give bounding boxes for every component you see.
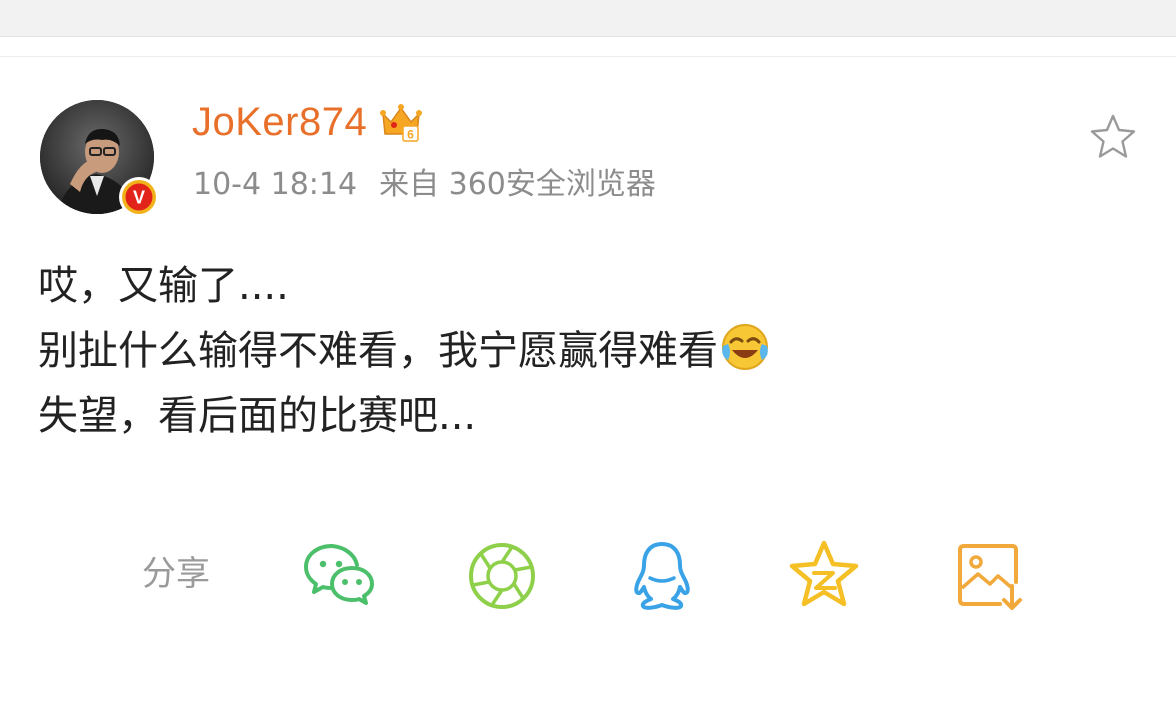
post-line-text: 哎，又输了.... (38, 263, 289, 309)
member-level: 6 (407, 128, 414, 142)
share-qq-button[interactable] (624, 538, 700, 614)
qzone-icon (789, 540, 859, 607)
share-label: 分享 (142, 554, 210, 594)
verified-badge-icon: V (119, 177, 159, 217)
post-line: 别扯什么输得不难看，我宁愿赢得难看 (38, 319, 1138, 384)
qq-icon (634, 542, 690, 610)
save-image-icon (958, 544, 1022, 610)
share-qzone-button[interactable] (786, 538, 862, 614)
share-moments-button[interactable] (464, 538, 540, 614)
post-line-text: 别扯什么输得不难看，我宁愿赢得难看 (38, 328, 718, 374)
post-source: 来自 360安全浏览器 (379, 167, 656, 202)
post-body: 哎，又输了.... 别扯什么输得不难看，我宁愿赢得难看 失望，看后面的比赛吧..… (38, 254, 1138, 449)
post-line-text: 失望，看后面的比赛吧... (38, 393, 477, 439)
top-strip (0, 0, 1176, 37)
moments-icon (469, 543, 535, 609)
post-timestamp: 10-4 18:14 (193, 167, 358, 202)
favorite-star-icon[interactable] (1088, 112, 1138, 162)
post-line: 失望，看后面的比赛吧... (38, 384, 1138, 449)
post-line: 哎，又输了.... (38, 254, 1138, 319)
share-save-image-button[interactable] (950, 538, 1026, 614)
wechat-icon (304, 544, 374, 605)
username[interactable]: JoKer874 (192, 96, 367, 148)
member-crown-icon: 6 (380, 104, 423, 142)
share-wechat-button[interactable] (302, 538, 378, 614)
username-row: JoKer874 6 (192, 96, 423, 148)
laugh-cry-emoji-icon (722, 324, 768, 370)
verified-badge-text: V (133, 188, 145, 208)
post-meta: 10-4 18:14 来自 360安全浏览器 (193, 164, 656, 206)
